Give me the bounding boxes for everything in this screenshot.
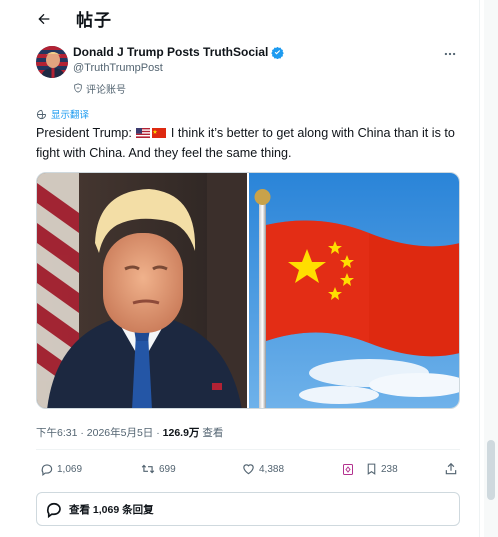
post-page: 帖子 Donald J Trump Posts TruthSocial @Tru… [0, 0, 480, 537]
affiliation-label: 评论账号 [73, 81, 460, 96]
post-actions: 1,069 699 4,388 238 [36, 458, 460, 480]
bookmark-button[interactable]: 238 [365, 462, 398, 476]
post-author: Donald J Trump Posts TruthSocial @TruthT… [36, 44, 460, 84]
reply-icon [41, 464, 53, 476]
verified-badge-icon [271, 46, 285, 59]
author-names: Donald J Trump Posts TruthSocial @TruthT… [73, 44, 285, 76]
grok-button[interactable] [342, 463, 354, 476]
repost-icon [141, 464, 155, 474]
more-horizontal-icon [444, 52, 456, 56]
shield-icon [74, 83, 82, 93]
chat-bubble-icon [46, 502, 61, 518]
bookmark-count: 238 [381, 463, 398, 475]
like-count: 4,388 [259, 463, 285, 475]
share-button[interactable] [444, 462, 458, 476]
us-flag-icon [136, 128, 151, 138]
post-timestamp[interactable]: 下午6:31 · 2026年5月5日 · [36, 427, 163, 439]
translate-icon [36, 109, 47, 119]
author-display-name[interactable]: Donald J Trump Posts TruthSocial [73, 44, 268, 60]
post-text-prefix: President Trump: [36, 126, 132, 140]
author-handle[interactable]: @TruthTrumpPost [73, 60, 284, 76]
post-media[interactable] [36, 172, 460, 409]
page-title: 帖子 [76, 11, 112, 30]
china-flag-photo[interactable] [248, 173, 459, 408]
views-label: 查看 [199, 427, 224, 439]
scrollbar[interactable] [484, 0, 498, 537]
repost-button[interactable]: 699 [140, 462, 176, 476]
avatar[interactable] [36, 46, 68, 78]
bookmark-icon [367, 463, 376, 475]
views-count: 126.9万 [162, 427, 200, 439]
divider [36, 449, 460, 450]
affiliation-text: 评论账号 [86, 84, 126, 96]
arrow-left-icon [38, 13, 50, 24]
share-icon [445, 462, 457, 475]
portrait-photo[interactable] [37, 173, 247, 408]
repost-count: 699 [159, 463, 176, 475]
post-text: President Trump: I think it’s better to … [36, 123, 460, 163]
post-meta: 下午6:31 · 2026年5月5日 · 126.9万 查看 [36, 425, 223, 440]
view-replies-label: 查看 1,069 条回复 [69, 503, 154, 516]
reply-button[interactable]: 1,069 [40, 462, 82, 476]
scrollbar-thumb[interactable] [487, 440, 495, 500]
page-header: 帖子 [0, 0, 479, 37]
more-options-button[interactable] [440, 44, 460, 64]
heart-icon [243, 464, 254, 475]
like-button[interactable]: 4,388 [241, 462, 284, 476]
post: Donald J Trump Posts TruthSocial @TruthT… [36, 44, 460, 526]
translate-label: 显示翻译 [51, 110, 90, 121]
reply-count: 1,069 [57, 463, 83, 475]
translate-button[interactable]: 显示翻译 [36, 107, 460, 121]
china-flag-icon [152, 128, 167, 138]
grok-icon [343, 463, 353, 475]
view-replies-button[interactable]: 查看 1,069 条回复 [36, 492, 460, 526]
back-button[interactable] [26, 1, 62, 37]
